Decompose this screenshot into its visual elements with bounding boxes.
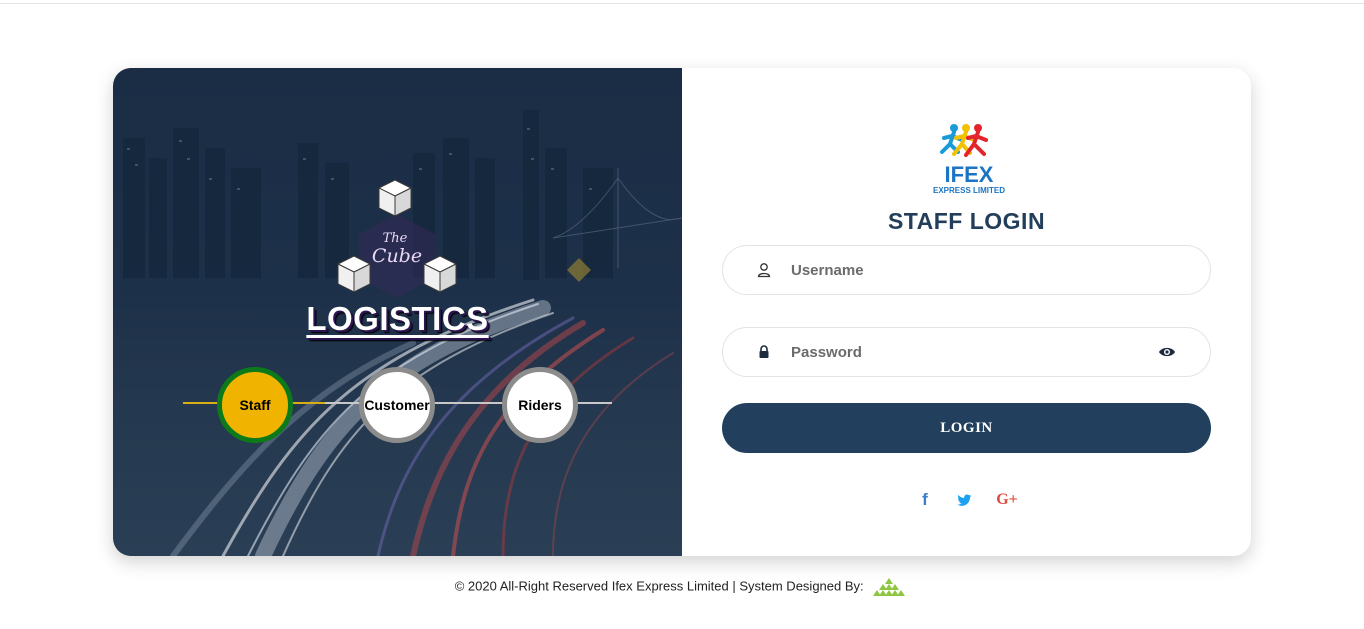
eye-icon[interactable]: [1158, 345, 1176, 359]
google-plus-icon[interactable]: G+: [992, 490, 1022, 510]
username-field: [722, 245, 1211, 295]
facebook-icon[interactable]: f: [916, 490, 934, 510]
username-input[interactable]: [791, 246, 1151, 294]
runners-mark: [940, 124, 988, 157]
role-step-customer[interactable]: Customer: [359, 367, 435, 443]
ifex-logo: IFEX EXPRESS LIMITED: [933, 124, 1005, 195]
brand-title: LOGISTICS: [306, 300, 489, 337]
twitter-icon[interactable]: [954, 490, 974, 510]
login-card: The Cube LOGISTICS Staff Customer Riders…: [113, 68, 1251, 556]
login-panel: IFEX EXPRESS LIMITED STAFF LOGIN LOGIN: [682, 68, 1251, 556]
brand-script-line1: The: [383, 231, 408, 246]
login-button[interactable]: LOGIN: [722, 403, 1211, 453]
page-title: STAFF LOGIN: [887, 208, 1046, 234]
top-divider: [0, 3, 1364, 4]
password-field: [722, 327, 1211, 377]
footer-copyright: © 2020 All-Right Reserved Ifex Express L…: [454, 578, 864, 594]
role-step-staff[interactable]: Staff: [217, 367, 293, 443]
logo-tagline: EXPRESS LIMITED: [933, 186, 1005, 195]
user-icon: [757, 263, 771, 278]
brand-panel: The Cube LOGISTICS Staff Customer Riders: [113, 68, 682, 556]
role-step-riders[interactable]: Riders: [502, 367, 578, 443]
lock-icon: [759, 345, 769, 358]
designer-logo-icon: [873, 578, 906, 596]
brand-script-line2: Cube: [372, 245, 422, 267]
password-input[interactable]: [791, 328, 1151, 376]
footer: © 2020 All-Right Reserved Ifex Express L…: [0, 576, 1364, 598]
logo-word: IFEX: [945, 162, 994, 187]
